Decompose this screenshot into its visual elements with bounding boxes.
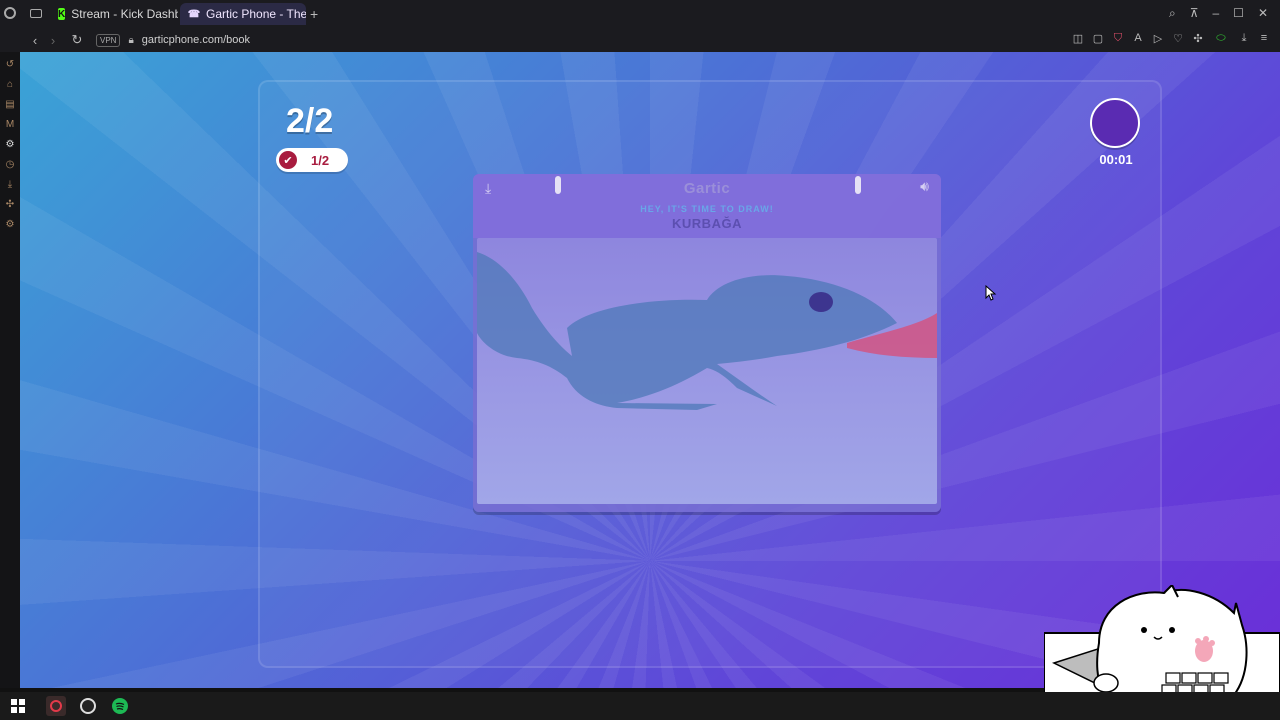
messenger-icon[interactable]: M [4, 118, 16, 130]
back-icon[interactable]: ‹ [26, 31, 44, 49]
obs-icon[interactable] [78, 696, 98, 716]
minimize-icon[interactable]: – [1212, 6, 1219, 21]
translate-icon[interactable]: A [1132, 32, 1144, 44]
menu-icon[interactable]: ≡ [1258, 32, 1270, 44]
maximize-icon[interactable]: ☐ [1233, 6, 1244, 21]
mouse-cursor [985, 285, 997, 301]
tab-gartic-phone[interactable]: ☎ Gartic Phone - The Teleph [180, 3, 306, 25]
phone-icon: ☎ [187, 8, 201, 20]
tab-label: Stream - Kick Dashboard [71, 7, 178, 21]
tab-label: Gartic Phone - The Teleph [206, 7, 306, 21]
download-icon[interactable]: ⤓ [1238, 32, 1250, 44]
gx-corner-icon[interactable]: ⬭ [1212, 32, 1230, 44]
play-icon[interactable]: ▷ [1152, 32, 1164, 45]
progress-badge: ✔ 1/2 [276, 148, 348, 172]
heart-icon[interactable]: ♡ [1172, 32, 1184, 45]
draw-word: KURBAĞA [672, 216, 742, 231]
shield-icon[interactable]: ⛉ [1112, 32, 1124, 44]
round-counter: 2/2 [286, 102, 334, 140]
windows-start-icon[interactable] [8, 696, 28, 716]
url-field[interactable]: garticphone.com/book [142, 34, 250, 46]
toolbar-icons: ◫ ▢ ⛉ A ▷ ♡ ✣ ⬭ ⤓ ≡ [1072, 32, 1270, 45]
draw-prompt: HEY, IT'S TIME TO DRAW! [640, 204, 774, 214]
clock-icon[interactable]: ◷ [4, 158, 16, 170]
browser-tab-bar: K Stream - Kick Dashboard ☎ Gartic Phone… [0, 0, 1280, 28]
card-header: ⤓ 🔊︎ Gartic HEY, IT'S TIME TO DRAW! KURB… [473, 174, 941, 238]
twitch-icon[interactable]: ▤ [4, 98, 16, 110]
frog-drawing [477, 252, 937, 410]
tab-switcher-icon[interactable] [30, 9, 42, 18]
forward-icon[interactable]: › [44, 31, 62, 49]
extensions-icon[interactable]: ✣ [4, 198, 16, 210]
downloads-icon[interactable]: ⤓ [4, 178, 16, 190]
puzzle-icon[interactable]: ✣ [1192, 32, 1204, 45]
close-icon[interactable]: ✕ [1258, 6, 1268, 21]
opera-gx-taskbar-icon[interactable] [46, 696, 66, 716]
extension-icon[interactable]: ◫ [1072, 32, 1084, 45]
store-icon[interactable]: ⌂ [4, 78, 16, 90]
progress-badge-label: 1/2 [311, 152, 330, 168]
drawing-canvas [477, 238, 937, 504]
book-card: ⤓ 🔊︎ Gartic HEY, IT'S TIME TO DRAW! KURB… [473, 174, 941, 512]
screenshot-icon[interactable]: ▢ [1092, 32, 1104, 45]
spotify-icon[interactable] [110, 696, 130, 716]
settings-icon[interactable]: ⚙ [4, 218, 16, 230]
kick-icon: K [58, 8, 66, 20]
windows-taskbar [0, 692, 1280, 720]
timer-label: 00:01 [1099, 152, 1133, 167]
new-tab-button[interactable]: + [310, 6, 318, 22]
history-icon[interactable]: ↺ [4, 58, 16, 70]
reload-icon[interactable]: ↻ [68, 31, 86, 49]
vpn-badge[interactable]: VPN [96, 33, 121, 47]
window-controls: ⌕ ⊼ – ☐ ✕ [1169, 6, 1268, 21]
chatgpt-icon[interactable]: ⚙ [4, 138, 16, 150]
check-icon: ✔ [279, 151, 297, 169]
browser-sidebar: ↺ ⌂ ▤ M ⚙ ◷ ⤓ ✣ ⚙ [0, 52, 20, 688]
lock-icon: 🔒︎ [128, 34, 134, 46]
address-bar: ‹ › ↻ VPN 🔒︎ garticphone.com/book ◫ ▢ ⛉ … [0, 28, 1280, 52]
gartic-logo: Gartic [683, 180, 731, 197]
timer-ring [1090, 98, 1140, 148]
search-icon[interactable]: ⌕ [1169, 6, 1176, 21]
opera-logo-icon[interactable] [4, 7, 16, 19]
tab-kick-dashboard[interactable]: K Stream - Kick Dashboard [50, 3, 178, 25]
pin-icon[interactable]: ⊼ [1190, 6, 1199, 21]
